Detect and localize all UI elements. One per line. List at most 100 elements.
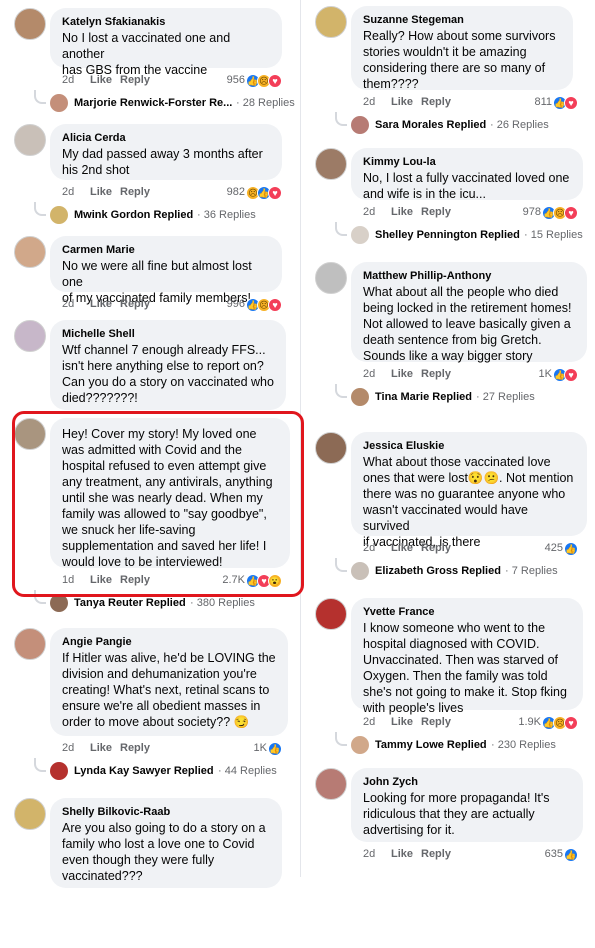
comment-text: No I lost a vaccinated one and another h…	[62, 31, 231, 77]
comment-author[interactable]: Jessica Eluskie	[363, 440, 575, 452]
reaction-count[interactable]: 1K	[539, 368, 552, 380]
reply-thread[interactable]: Sara Morales Replied · 26 Replies	[351, 116, 586, 134]
comment-author[interactable]: Shelly Bilkovic-Raab	[62, 806, 270, 818]
like-button[interactable]: Like	[90, 298, 112, 310]
like-reaction-icon: 👍	[564, 542, 578, 556]
avatar[interactable]	[315, 262, 347, 294]
avatar[interactable]	[14, 124, 46, 156]
comment-author[interactable]: John Zych	[363, 776, 571, 788]
like-button[interactable]: Like	[391, 848, 413, 860]
reply-button[interactable]: Reply	[120, 74, 150, 86]
reply-author[interactable]: Elizabeth Gross Replied	[375, 565, 501, 577]
comment-author[interactable]: Carmen Marie	[62, 244, 270, 256]
reply-button[interactable]: Reply	[120, 186, 150, 198]
reaction-count[interactable]: 956	[227, 74, 245, 86]
reply-button[interactable]: Reply	[421, 206, 451, 218]
reply-author[interactable]: Tanya Reuter Replied	[74, 597, 186, 609]
reaction-count[interactable]: 811	[534, 96, 552, 108]
reply-author[interactable]: Mwink Gordon Replied	[74, 209, 193, 221]
like-button[interactable]: Like	[391, 96, 413, 108]
comment-author[interactable]: Alicia Cerda	[62, 132, 270, 144]
reply-count[interactable]: · 230 Replies	[491, 739, 556, 751]
reply-count[interactable]: · 44 Replies	[218, 765, 277, 777]
like-button[interactable]: Like	[391, 368, 413, 380]
reply-count[interactable]: · 28 Replies	[236, 97, 295, 109]
reply-thread[interactable]: Tina Marie Replied · 27 Replies	[351, 388, 586, 406]
comment-author[interactable]: Kimmy Lou-la	[363, 156, 571, 168]
reply-thread[interactable]: Tanya Reuter Replied · 380 Replies	[50, 594, 290, 612]
avatar[interactable]	[14, 236, 46, 268]
reaction-count[interactable]: 1K	[254, 742, 267, 754]
reply-author[interactable]: Sara Morales Replied	[375, 119, 486, 131]
comment-time[interactable]: 2d	[363, 716, 375, 728]
like-button[interactable]: Like	[90, 74, 112, 86]
reply-thread[interactable]: Elizabeth Gross Replied · 7 Replies	[351, 562, 586, 580]
reply-count[interactable]: · 27 Replies	[476, 391, 535, 403]
comment: Angie Pangie If Hitler was alive, he'd be…	[0, 628, 300, 796]
like-button[interactable]: Like	[90, 186, 112, 198]
comment-time[interactable]: 2d	[363, 368, 375, 380]
reply-button[interactable]: Reply	[421, 848, 451, 860]
comment-author[interactable]: Michelle Shell	[62, 328, 274, 340]
avatar[interactable]	[14, 8, 46, 40]
comment: Matthew Phillip-Anthony What about all th…	[301, 262, 595, 422]
reply-author[interactable]: Shelley Pennington Replied	[375, 229, 520, 241]
reaction-count[interactable]: 635	[545, 848, 563, 860]
comment-time[interactable]: 2d	[62, 186, 74, 198]
reply-count[interactable]: · 36 Replies	[197, 209, 256, 221]
reaction-count[interactable]: 982	[227, 186, 245, 198]
comment-time[interactable]: 2d	[363, 96, 375, 108]
reaction-count[interactable]: 425	[545, 542, 563, 554]
reply-button[interactable]: Reply	[120, 742, 150, 754]
comment-author[interactable]: Angie Pangie	[62, 636, 276, 648]
reply-thread[interactable]: Tammy Lowe Replied · 230 Replies	[351, 736, 586, 754]
avatar[interactable]	[315, 768, 347, 800]
comment-time[interactable]: 2d	[363, 206, 375, 218]
like-button[interactable]: Like	[391, 542, 413, 554]
reply-thread[interactable]: Shelley Pennington Replied · 15 Replies	[351, 226, 586, 244]
comment-text: Are you also going to do a story on a fa…	[62, 821, 266, 883]
like-button[interactable]: Like	[90, 742, 112, 754]
reaction-count[interactable]: 1.9K	[518, 716, 541, 728]
comment-author[interactable]: Katelyn Sfakianakis	[62, 16, 270, 28]
avatar[interactable]	[315, 598, 347, 630]
reply-thread-line	[335, 384, 347, 398]
comment-time[interactable]: 2d	[363, 542, 375, 554]
reply-thread[interactable]: Mwink Gordon Replied · 36 Replies	[50, 206, 290, 224]
reaction-count[interactable]: 978	[523, 206, 541, 218]
comment-author[interactable]: Yvette France	[363, 606, 571, 618]
like-button[interactable]: Like	[391, 716, 413, 728]
reply-avatar	[50, 94, 68, 112]
comment-time[interactable]: 2d	[62, 298, 74, 310]
reply-author[interactable]: Marjorie Renwick-Forster Re...	[74, 97, 232, 109]
reply-author[interactable]: Tammy Lowe Replied	[375, 739, 487, 751]
avatar[interactable]	[315, 148, 347, 180]
avatar[interactable]	[315, 432, 347, 464]
reply-count[interactable]: · 15 Replies	[524, 229, 583, 241]
avatar[interactable]	[315, 6, 347, 38]
reply-author[interactable]: Tina Marie Replied	[375, 391, 472, 403]
reply-button[interactable]: Reply	[120, 298, 150, 310]
reply-button[interactable]: Reply	[421, 368, 451, 380]
reply-thread[interactable]: Marjorie Renwick-Forster Re... · 28 Repli…	[50, 94, 295, 112]
reply-button[interactable]: Reply	[421, 716, 451, 728]
reply-button[interactable]: Reply	[421, 96, 451, 108]
reply-thread[interactable]: Lynda Kay Sawyer Replied · 44 Replies	[50, 762, 290, 780]
reply-count[interactable]: · 7 Replies	[505, 565, 558, 577]
comment-time[interactable]: 2d	[62, 742, 74, 754]
avatar[interactable]	[14, 798, 46, 830]
comment-text: If Hitler was alive, he'd be LOVING the …	[62, 651, 276, 729]
reply-count[interactable]: · 26 Replies	[490, 119, 549, 131]
reply-count[interactable]: · 380 Replies	[190, 597, 255, 609]
comment-author[interactable]: Suzanne Stegeman	[363, 14, 561, 26]
comment-time[interactable]: 2d	[363, 848, 375, 860]
reply-author[interactable]: Lynda Kay Sawyer Replied	[74, 765, 214, 777]
reaction-count[interactable]: 996	[227, 298, 245, 310]
reply-button[interactable]: Reply	[421, 542, 451, 554]
avatar[interactable]	[14, 628, 46, 660]
avatar[interactable]	[14, 320, 46, 352]
comment-time[interactable]: 2d	[62, 74, 74, 86]
comment-author[interactable]: Matthew Phillip-Anthony	[363, 270, 575, 282]
like-button[interactable]: Like	[391, 206, 413, 218]
reply-thread-line	[34, 758, 46, 772]
